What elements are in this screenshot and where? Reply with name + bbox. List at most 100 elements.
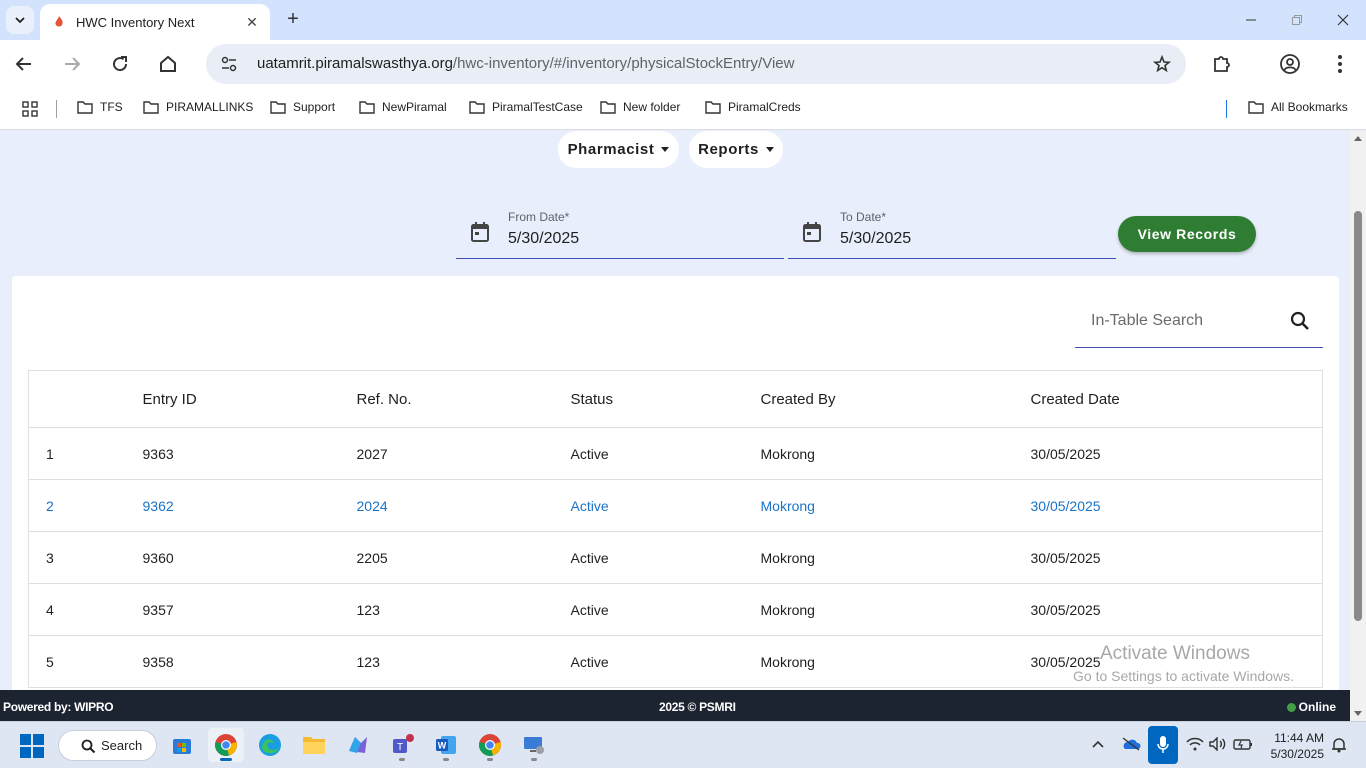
cell-created-by: Mokrong xyxy=(760,479,1031,532)
bookmark-folder[interactable]: PiramalTestCase xyxy=(469,100,583,114)
physical-stock-table: Entry ID Ref. No. Status Created By Crea… xyxy=(28,370,1323,688)
back-button[interactable] xyxy=(10,50,38,78)
bookmark-folder[interactable]: TFS xyxy=(77,100,123,114)
cell-ref-no: 123 xyxy=(356,635,571,688)
reload-button[interactable] xyxy=(106,50,134,78)
edge-app-button[interactable] xyxy=(252,728,288,762)
to-date-field[interactable]: To Date* 5/30/2025 xyxy=(788,207,1116,259)
cell-index: 2 xyxy=(28,479,143,532)
connection-status: Online xyxy=(1286,700,1336,714)
word-app-button[interactable]: W xyxy=(428,728,464,762)
app-favicon-icon xyxy=(55,16,63,27)
bookmark-label: PiramalCreds xyxy=(728,100,801,114)
battery-icon[interactable] xyxy=(1233,737,1253,751)
bookmark-folder[interactable]: PiramalCreds xyxy=(705,100,801,114)
m365-app-button[interactable] xyxy=(340,728,376,762)
table-row[interactable]: 4 9357 123 Active Mokrong 30/05/2025 xyxy=(28,583,1323,636)
microphone-icon xyxy=(1157,736,1169,753)
column-header-created-date[interactable]: Created Date xyxy=(1030,370,1323,428)
from-date-field[interactable]: From Date* 5/30/2025 xyxy=(456,207,784,259)
home-icon xyxy=(160,55,176,72)
close-window-button[interactable] xyxy=(1320,0,1366,40)
active-app-indicator xyxy=(220,758,232,761)
column-header-created-by[interactable]: Created By xyxy=(760,370,1031,428)
folder-icon xyxy=(1248,101,1264,114)
microphone-button[interactable] xyxy=(1148,726,1178,764)
forward-button[interactable] xyxy=(58,50,86,78)
watermark-subtitle: Go to Settings to activate Windows. xyxy=(1073,668,1294,684)
to-date-value[interactable]: 5/30/2025 xyxy=(840,230,911,248)
teams-app-button[interactable]: T xyxy=(384,728,420,762)
bookmark-folder[interactable]: PIRAMALLINKS xyxy=(143,100,253,114)
calendar-icon[interactable] xyxy=(470,221,490,243)
svg-text:T: T xyxy=(397,742,403,753)
table-row[interactable]: 1 9363 2027 Active Mokrong 30/05/2025 xyxy=(28,427,1323,480)
cell-status: Active xyxy=(570,427,761,480)
scroll-up-arrow-icon[interactable] xyxy=(1354,136,1362,141)
page-scrollbar[interactable] xyxy=(1350,131,1366,721)
wifi-icon[interactable] xyxy=(1186,737,1204,751)
tab-title: HWC Inventory Next xyxy=(76,14,195,30)
chrome-app-button[interactable] xyxy=(208,728,244,762)
bookmark-folder[interactable]: NewPiramal xyxy=(359,100,447,114)
cell-created-date: 30/05/2025 xyxy=(1030,427,1323,480)
chrome-second-app-button[interactable] xyxy=(472,728,508,762)
menu-button[interactable] xyxy=(1326,50,1354,78)
cell-status: Active xyxy=(570,531,761,584)
running-app-indicator xyxy=(487,758,493,761)
notification-bell-icon[interactable] xyxy=(1331,737,1347,753)
taskbar-search-box[interactable]: Search xyxy=(58,730,157,761)
pharmacist-menu-button[interactable]: Pharmacist xyxy=(558,131,679,168)
column-header-status[interactable]: Status xyxy=(570,370,761,428)
pharmacist-menu-label: Pharmacist xyxy=(567,141,655,158)
bookmark-folder[interactable]: New folder xyxy=(600,100,680,114)
volume-icon[interactable] xyxy=(1209,737,1227,751)
apps-button[interactable] xyxy=(22,101,45,117)
cell-created-by: Mokrong xyxy=(760,583,1031,636)
to-date-label: To Date* xyxy=(840,210,887,224)
search-icon xyxy=(81,739,96,754)
scroll-down-arrow-icon[interactable] xyxy=(1354,711,1362,716)
tab-search-button[interactable] xyxy=(6,6,34,34)
folder-icon xyxy=(270,101,286,114)
search-icon[interactable] xyxy=(1289,310,1311,332)
onedrive-icon[interactable] xyxy=(1121,737,1141,751)
table-row-hovered[interactable]: 2 9362 2024 Active Mokrong 30/05/2025 xyxy=(28,479,1323,532)
view-records-button[interactable]: View Records xyxy=(1118,216,1256,252)
in-table-search-field[interactable]: In-Table Search xyxy=(1075,298,1323,348)
address-bar[interactable]: uatamrit.piramalswasthya.org/hwc-invento… xyxy=(206,44,1186,84)
store-app-button[interactable] xyxy=(164,728,200,762)
chrome-icon xyxy=(479,734,501,756)
chevron-up-icon[interactable] xyxy=(1092,739,1104,749)
teams-icon: T xyxy=(393,734,414,753)
browser-tab-active[interactable]: HWC Inventory Next ✕ xyxy=(40,4,270,40)
remote-desktop-icon xyxy=(524,737,544,754)
restore-button[interactable] xyxy=(1274,0,1320,40)
from-date-value[interactable]: 5/30/2025 xyxy=(508,230,579,248)
bookmark-star-icon[interactable] xyxy=(1152,54,1172,74)
reports-menu-button[interactable]: Reports xyxy=(689,131,783,168)
column-header-ref-no[interactable]: Ref. No. xyxy=(356,370,571,428)
from-date-label: From Date* xyxy=(508,210,570,224)
close-icon xyxy=(1337,14,1349,26)
column-header-entry-id[interactable]: Entry ID xyxy=(142,370,357,428)
cell-entry-id: 9360 xyxy=(142,531,357,584)
profile-button[interactable] xyxy=(1276,50,1304,78)
bookmark-folder[interactable]: Support xyxy=(270,100,335,114)
calendar-icon[interactable] xyxy=(802,221,822,243)
table-row[interactable]: 3 9360 2205 Active Mokrong 30/05/2025 xyxy=(28,531,1323,584)
remote-desktop-app-button[interactable] xyxy=(516,728,552,762)
close-tab-icon[interactable]: ✕ xyxy=(240,14,264,31)
extensions-button[interactable] xyxy=(1208,50,1236,78)
minimize-button[interactable] xyxy=(1228,0,1274,40)
file-explorer-app-button[interactable] xyxy=(296,728,332,762)
windows-taskbar: Search T W 11:44 AM 5/30/2025 xyxy=(0,721,1366,768)
system-clock[interactable]: 11:44 AM 5/30/2025 xyxy=(1262,730,1324,762)
windows-start-icon[interactable] xyxy=(19,733,45,759)
cell-ref-no: 2024 xyxy=(356,479,571,532)
new-tab-button[interactable]: + xyxy=(282,8,304,30)
all-bookmarks-button[interactable]: All Bookmarks xyxy=(1248,100,1348,114)
scrollbar-thumb[interactable] xyxy=(1354,211,1362,621)
url-text: uatamrit.piramalswasthya.org/hwc-invento… xyxy=(257,55,794,72)
home-button[interactable] xyxy=(154,50,182,78)
